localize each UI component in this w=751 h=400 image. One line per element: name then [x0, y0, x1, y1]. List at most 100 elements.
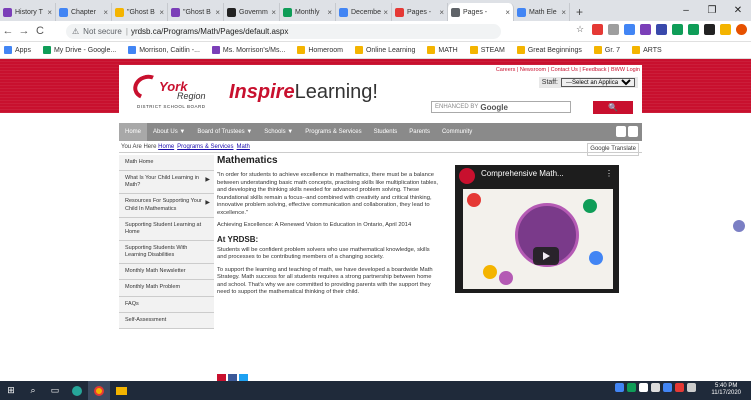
new-tab-button[interactable]: +	[576, 3, 583, 21]
bookmark-label: Apps	[15, 46, 31, 54]
browser-tab[interactable]: History T ×	[0, 3, 56, 21]
task-view-icon[interactable]: ▭	[44, 381, 66, 400]
nav-item[interactable]: Programs & Services	[299, 129, 367, 135]
bookmark-item[interactable]: STEAM	[469, 46, 505, 54]
extension-icon[interactable]	[624, 24, 635, 35]
extension-icon[interactable]	[656, 24, 667, 35]
tab-close-icon[interactable]: ×	[47, 8, 52, 17]
tab-close-icon[interactable]: ×	[505, 8, 510, 17]
tab-close-icon[interactable]: ×	[103, 8, 108, 17]
browser-tab[interactable]: Monthly ×	[280, 3, 336, 21]
not-secure-icon[interactable]: ⚠	[72, 27, 79, 36]
bookmark-item[interactable]: Apps	[4, 46, 31, 54]
browser-tab[interactable]: Pages - ×	[448, 3, 514, 21]
tab-close-icon[interactable]: ×	[383, 8, 388, 17]
bookmark-star-icon[interactable]: ☆	[576, 24, 587, 35]
sidebar-item[interactable]: FAQs	[119, 296, 214, 313]
extension-icon[interactable]	[688, 24, 699, 35]
tab-close-icon[interactable]: ×	[561, 8, 566, 17]
sidebar-item[interactable]: Supporting Student Learning at Home	[119, 217, 214, 241]
yrdsb-logo[interactable]: York Region DISTRICT SCHOOL BOARD	[129, 70, 217, 113]
forward-icon[interactable]: →	[16, 25, 32, 37]
facebook-icon[interactable]	[228, 374, 237, 381]
browser-tab[interactable]: Governm ×	[224, 3, 280, 21]
sidebar-item[interactable]: Supporting Students With Learning Disabi…	[119, 240, 214, 265]
back-icon[interactable]: ←	[0, 25, 16, 37]
reload-icon[interactable]: C	[32, 25, 48, 37]
battery-icon[interactable]	[651, 383, 660, 392]
tab-close-icon[interactable]: ×	[271, 8, 276, 17]
chrome-icon[interactable]	[88, 381, 110, 400]
play-button[interactable]	[533, 247, 559, 265]
maximize-button[interactable]: ❐	[699, 0, 725, 21]
browser-tab[interactable]: Pages - ×	[392, 3, 448, 21]
browser-tab[interactable]: Math Ele ×	[514, 3, 570, 21]
volume-icon[interactable]	[687, 383, 696, 392]
app-icon[interactable]	[66, 381, 88, 400]
breadcrumb-link[interactable]: Math	[237, 144, 250, 150]
file-explorer-icon[interactable]	[110, 381, 132, 400]
browser-tab[interactable]: "Ghost B ×	[112, 3, 168, 21]
extension-icon[interactable]	[704, 24, 715, 35]
taskbar-clock[interactable]: 5:40 PM 11/17/2020	[711, 383, 741, 397]
nav-item[interactable]: Parents	[403, 129, 436, 135]
email-icon[interactable]	[616, 126, 626, 137]
search-input[interactable]: ENHANCED BY Google	[431, 101, 571, 113]
browser-tab[interactable]: "Ghost B ×	[168, 3, 224, 21]
close-window-button[interactable]: ✕	[725, 0, 751, 21]
windows-start-icon[interactable]: ⊞	[0, 381, 22, 400]
bookmark-item[interactable]: Gr. 7	[593, 46, 620, 54]
bookmark-item[interactable]: My Drive - Google...	[42, 46, 116, 54]
sidebar-item[interactable]: Math Home	[119, 155, 214, 172]
video-embed[interactable]: Comprehensive Math... ⋮	[455, 165, 619, 293]
breadcrumb-link[interactable]: Programs & Services	[177, 144, 233, 150]
nav-item[interactable]: Home	[119, 123, 148, 141]
minimize-button[interactable]: –	[673, 0, 699, 21]
nav-item[interactable]: Board of Trustees ▼	[191, 129, 258, 135]
extension-icon[interactable]	[608, 24, 619, 35]
rss-icon[interactable]	[217, 374, 226, 381]
bookmark-item[interactable]: Online Learning	[354, 46, 415, 54]
sidebar-item[interactable]: Self-Assessment	[119, 312, 214, 329]
search-button[interactable]: 🔍	[593, 101, 633, 114]
tab-close-icon[interactable]: ×	[439, 8, 444, 17]
tray-icon[interactable]	[627, 383, 636, 392]
extension-icon[interactable]	[720, 24, 731, 35]
print-icon[interactable]	[628, 126, 638, 137]
sidebar-item[interactable]: Monthly Math Problem	[119, 280, 214, 297]
nav-item[interactable]: About Us ▼	[147, 129, 191, 135]
nav-item[interactable]: Schools ▼	[258, 129, 299, 135]
tab-close-icon[interactable]: ×	[327, 8, 332, 17]
bookmark-item[interactable]: MATH	[427, 46, 458, 54]
tray-icon[interactable]	[675, 383, 684, 392]
extension-icon[interactable]	[592, 24, 603, 35]
top-links[interactable]: Careers | Newsroom | Contact Us | Feedba…	[496, 67, 640, 73]
bluetooth-icon[interactable]	[639, 383, 648, 392]
twitter-icon[interactable]	[239, 374, 248, 381]
bookmark-item[interactable]: Morrison, Caitlin -...	[128, 46, 200, 54]
nav-item[interactable]: Community	[436, 129, 478, 135]
bookmark-item[interactable]: ARTS	[632, 46, 662, 54]
sidebar-item[interactable]: What Is Your Child Learning in Math? ▶	[119, 171, 214, 195]
nav-item[interactable]: Students	[368, 129, 404, 135]
profile-avatar[interactable]	[736, 24, 747, 35]
browser-tab[interactable]: Chapter ×	[56, 3, 112, 21]
browser-tab[interactable]: Decembe ×	[336, 3, 392, 21]
bookmark-item[interactable]: Ms. Morrison's/Ms...	[211, 46, 285, 54]
extension-icon[interactable]	[672, 24, 683, 35]
tab-close-icon[interactable]: ×	[159, 8, 164, 17]
sidebar-item[interactable]: Resources For Supporting Your Child In M…	[119, 194, 214, 218]
sidebar-item[interactable]: Monthly Math Newsletter	[119, 264, 214, 281]
url-bar[interactable]: ⚠ Not secure | yrdsb.ca/Programs/Math/Pa…	[66, 24, 501, 39]
video-menu-icon[interactable]: ⋮	[605, 169, 613, 178]
floating-scroll-icon[interactable]	[733, 220, 745, 232]
extension-icon[interactable]	[640, 24, 651, 35]
tray-icon[interactable]	[615, 383, 624, 392]
breadcrumb-link[interactable]: Home	[158, 144, 174, 150]
tab-close-icon[interactable]: ×	[215, 8, 220, 17]
search-icon[interactable]: ⌕	[22, 381, 44, 400]
staff-application-select[interactable]: ---Select an Application---	[561, 78, 635, 87]
tray-icon[interactable]	[663, 383, 672, 392]
bookmark-item[interactable]: Homeroom	[297, 46, 343, 54]
bookmark-item[interactable]: Great Beginnings	[516, 46, 582, 54]
